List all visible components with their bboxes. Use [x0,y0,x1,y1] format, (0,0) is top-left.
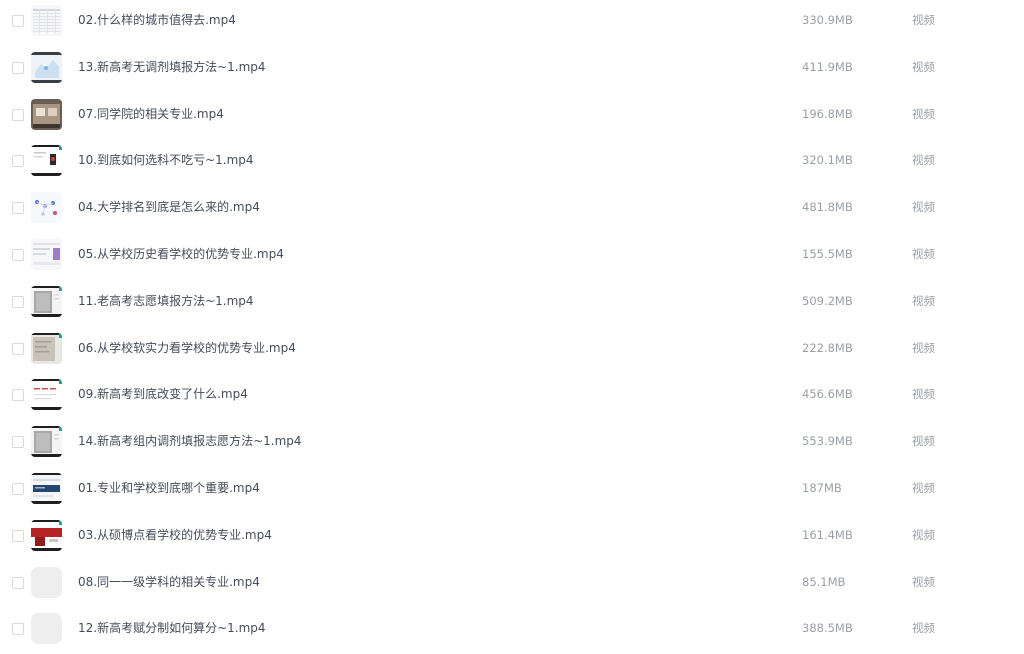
file-name[interactable]: 05.从学校历史看学校的优势专业.mp4 [78,246,284,262]
file-type: 视频 [912,621,935,636]
file-type: 视频 [912,527,935,542]
file-name[interactable]: 13.新高考无调剂填报方法~1.mp4 [78,59,266,75]
file-size: 456.6MB [802,387,853,402]
video-thumbnail-placeholder[interactable] [31,566,62,598]
file-type: 视频 [912,153,935,168]
file-size: 187MB [802,480,842,495]
file-name[interactable]: 04.大学排名到底是怎么来的.mp4 [78,199,260,215]
file-size: 553.9MB [802,434,853,449]
file-name[interactable]: 03.从硕博点看学校的优势专业.mp4 [78,527,272,543]
file-name[interactable]: 01.专业和学校到底哪个重要.mp4 [78,480,260,496]
video-thumbnail[interactable] [31,285,62,317]
file-row-7[interactable]: 11.老高考志愿填报方法~1.mp4 509.2MB 视频 [0,280,1024,327]
file-row-10[interactable]: 14.新高考组内调剂填报志愿方法~1.mp4 553.9MB 视频 [0,420,1024,467]
row-checkbox[interactable] [12,108,24,121]
video-thumbnail[interactable] [31,472,62,504]
file-size: 388.5MB [802,621,853,636]
video-thumbnail[interactable] [31,51,62,83]
file-row-5[interactable]: 04.大学排名到底是怎么来的.mp4 481.8MB 视频 [0,186,1024,233]
file-row-8[interactable]: 06.从学校软实力看学校的优势专业.mp4 222.8MB 视频 [0,327,1024,374]
file-row-14[interactable]: 12.新高考赋分制如何算分~1.mp4 388.5MB 视频 [0,607,1024,654]
row-checkbox[interactable] [12,529,24,542]
file-name[interactable]: 08.同一一级学科的相关专业.mp4 [78,574,260,590]
file-row-9[interactable]: 09.新高考到底改变了什么.mp4 456.6MB 视频 [0,373,1024,420]
row-checkbox[interactable] [12,15,24,27]
file-size: 155.5MB [802,246,853,261]
file-name[interactable]: 06.从学校软实力看学校的优势专业.mp4 [78,340,296,356]
video-thumbnail[interactable] [31,98,62,130]
file-list: 02.什么样的城市值得去.mp4 330.9MB 视频 13.新高考无调剂填报方… [0,0,1024,654]
row-checkbox[interactable] [12,389,24,402]
file-type: 视频 [912,434,935,449]
row-checkbox[interactable] [12,576,24,589]
file-type: 视频 [912,480,935,495]
video-thumbnail[interactable] [31,332,62,364]
video-thumbnail[interactable] [31,145,62,177]
file-type: 视频 [912,106,935,121]
video-thumbnail[interactable] [31,192,62,224]
file-type: 视频 [912,293,935,308]
file-type: 视频 [912,387,935,402]
file-size: 320.1MB [802,153,853,168]
file-name[interactable]: 12.新高考赋分制如何算分~1.mp4 [78,620,266,636]
row-checkbox[interactable] [12,623,24,636]
video-thumbnail[interactable] [31,238,62,270]
file-size: 85.1MB [802,574,846,589]
file-size: 411.9MB [802,59,853,74]
file-type: 视频 [912,200,935,215]
file-row-2[interactable]: 13.新高考无调剂填报方法~1.mp4 411.9MB 视频 [0,46,1024,93]
row-checkbox[interactable] [12,295,24,308]
file-size: 509.2MB [802,293,853,308]
video-thumbnail[interactable] [31,5,62,36]
video-thumbnail[interactable] [31,426,62,458]
file-name[interactable]: 10.到底如何选科不吃亏~1.mp4 [78,152,254,168]
row-checkbox[interactable] [12,436,24,449]
row-checkbox[interactable] [12,342,24,355]
row-checkbox[interactable] [12,155,24,168]
row-checkbox[interactable] [12,482,24,495]
file-type: 视频 [912,340,935,355]
file-row-13[interactable]: 08.同一一级学科的相关专业.mp4 85.1MB 视频 [0,561,1024,608]
file-size: 196.8MB [802,106,853,121]
file-row-6[interactable]: 05.从学校历史看学校的优势专业.mp4 155.5MB 视频 [0,233,1024,280]
file-size: 481.8MB [802,200,853,215]
row-checkbox[interactable] [12,248,24,261]
file-size: 222.8MB [802,340,853,355]
file-row-12[interactable]: 03.从硕博点看学校的优势专业.mp4 161.4MB 视频 [0,514,1024,561]
file-name[interactable]: 14.新高考组内调剂填报志愿方法~1.mp4 [78,433,302,449]
file-type: 视频 [912,246,935,261]
file-type: 视频 [912,59,935,74]
row-checkbox[interactable] [12,61,24,74]
file-name[interactable]: 07.同学院的相关专业.mp4 [78,106,224,122]
file-name[interactable]: 11.老高考志愿填报方法~1.mp4 [78,293,254,309]
file-row-3[interactable]: 07.同学院的相关专业.mp4 196.8MB 视频 [0,93,1024,140]
video-thumbnail-placeholder[interactable] [31,613,62,645]
file-row-1[interactable]: 02.什么样的城市值得去.mp4 330.9MB 视频 [0,0,1024,46]
row-checkbox[interactable] [12,202,24,215]
file-name[interactable]: 02.什么样的城市值得去.mp4 [78,12,236,28]
file-size: 161.4MB [802,527,853,542]
file-row-11[interactable]: 01.专业和学校到底哪个重要.mp4 187MB 视频 [0,467,1024,514]
video-thumbnail[interactable] [31,519,62,551]
file-type: 视频 [912,13,935,27]
file-size: 330.9MB [802,13,853,27]
video-thumbnail[interactable] [31,379,62,411]
file-type: 视频 [912,574,935,589]
file-row-4[interactable]: 10.到底如何选科不吃亏~1.mp4 320.1MB 视频 [0,139,1024,186]
file-name[interactable]: 09.新高考到底改变了什么.mp4 [78,386,248,402]
